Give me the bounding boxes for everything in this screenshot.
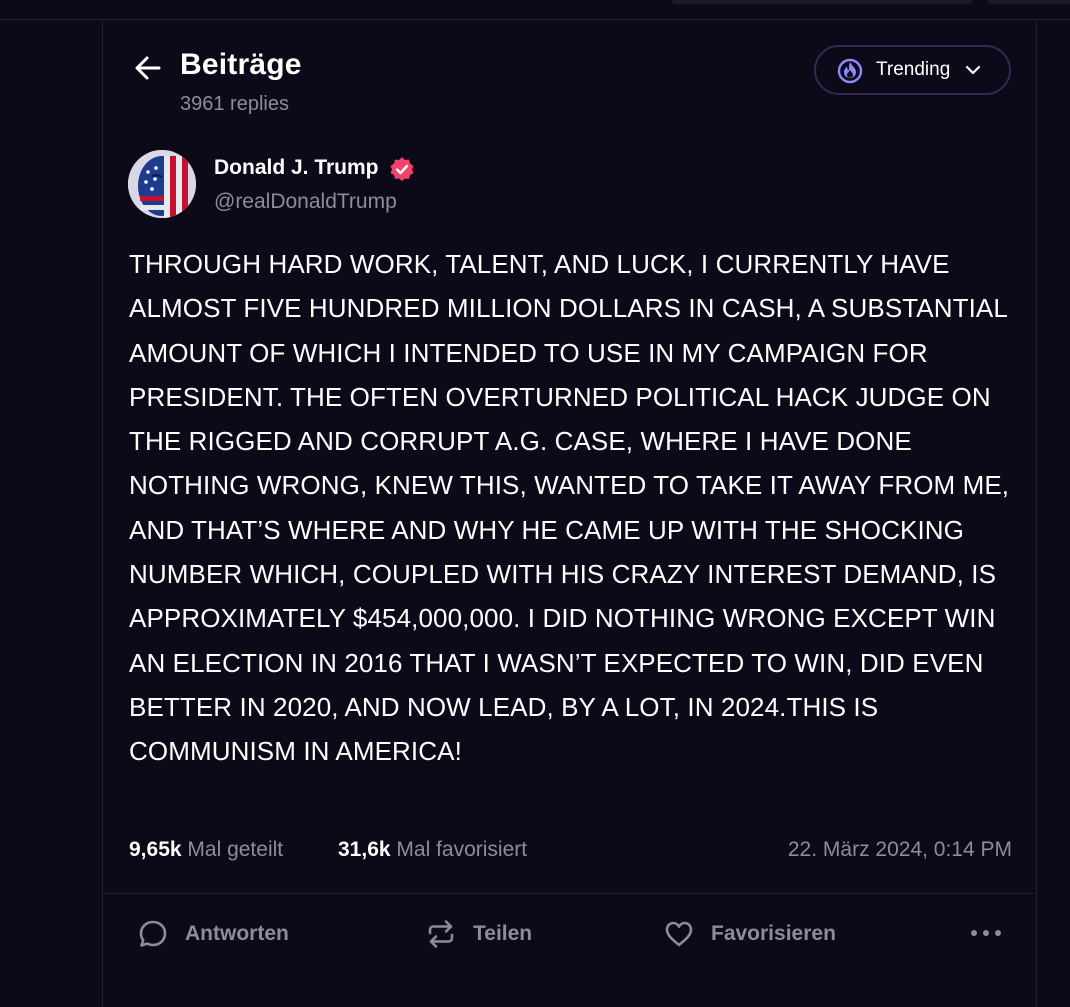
- shares-stat[interactable]: 9,65k Mal geteilt: [129, 838, 283, 862]
- post-body: THROUGH HARD WORK, TALENT, AND LUCK, I C…: [129, 249, 1010, 767]
- share-label: Teilen: [473, 922, 533, 945]
- top-bar-tab[interactable]: [672, 0, 972, 4]
- share-button[interactable]: Teilen: [425, 914, 532, 954]
- shares-count: 9,65k: [129, 838, 182, 861]
- more-dots-icon[interactable]: [969, 918, 1003, 948]
- repost-icon: [428, 920, 454, 948]
- flame-icon: [837, 58, 863, 84]
- heart-icon: [665, 921, 693, 947]
- author-handle[interactable]: @realDonaldTrump: [214, 190, 397, 214]
- verified-badge-icon: [390, 157, 414, 181]
- favorite-label: Favorisieren: [711, 922, 836, 945]
- favorites-count: 31,6k: [338, 838, 391, 861]
- reply-label: Antworten: [185, 922, 289, 945]
- post-author: Donald J. Trump @realDonaldTrump: [128, 148, 728, 220]
- favorites-stat[interactable]: 31,6k Mal favorisiert: [338, 838, 527, 862]
- top-bar-tab[interactable]: [988, 0, 1070, 4]
- avatar[interactable]: [128, 150, 196, 218]
- speech-bubble-icon: [139, 920, 167, 947]
- thread-header: Beiträge 3961 replies Trending: [103, 20, 1036, 130]
- reply-button[interactable]: Antworten: [137, 914, 289, 954]
- reply-count: 3961 replies: [180, 93, 289, 115]
- post-timestamp: 22. März 2024, 0:14 PM: [787, 838, 1012, 861]
- page-title: Beiträge: [180, 48, 302, 81]
- post-stats: 9,65k Mal geteilt 31,6k Mal favorisiert …: [129, 838, 1012, 870]
- arrow-left-icon[interactable]: [133, 53, 163, 83]
- divider: [103, 893, 1036, 894]
- favorites-label: Mal favorisiert: [396, 838, 528, 861]
- post-column: Beiträge 3961 replies Trending Donald J.…: [102, 20, 1037, 1007]
- favorite-button[interactable]: Favorisieren: [663, 914, 836, 954]
- sort-label: Trending: [876, 59, 951, 80]
- top-bar: [0, 0, 1070, 20]
- author-name[interactable]: Donald J. Trump: [214, 156, 379, 180]
- post-actions: Antworten Teilen Favorisieren: [103, 908, 1036, 958]
- sort-dropdown-button[interactable]: Trending: [814, 45, 1011, 95]
- chevron-down-icon: [966, 65, 981, 75]
- shares-label: Mal geteilt: [187, 838, 284, 861]
